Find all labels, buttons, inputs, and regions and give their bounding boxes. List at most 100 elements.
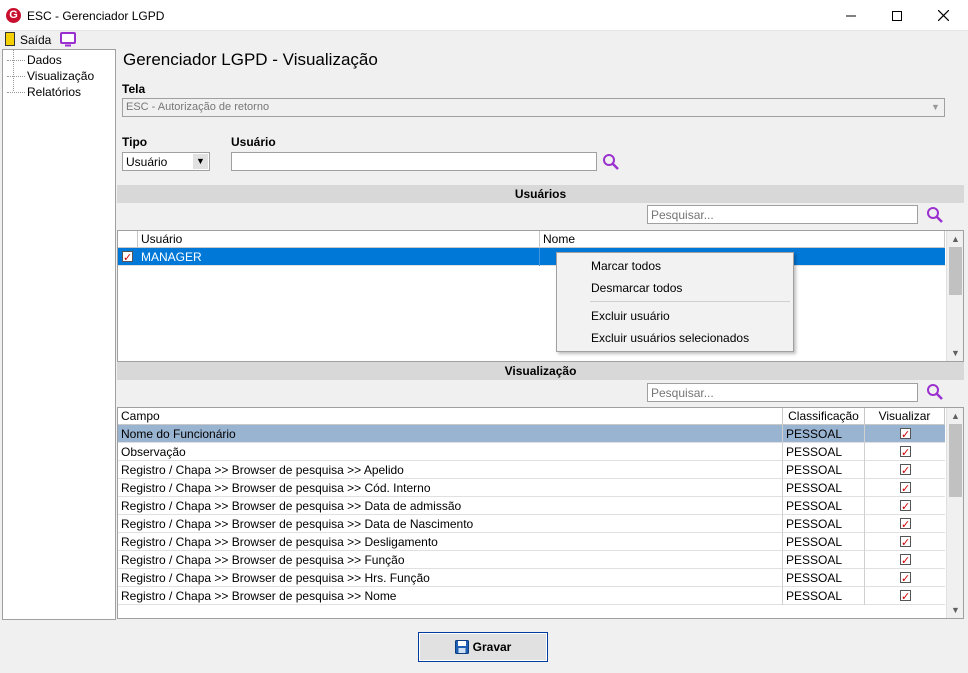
maximize-button[interactable] [874, 0, 920, 31]
view-scrollbar[interactable]: ▲ ▼ [946, 408, 963, 618]
view-search-input[interactable] [648, 384, 893, 401]
scroll-up-icon[interactable]: ▲ [947, 232, 964, 246]
visualizar-checkbox[interactable] [900, 462, 911, 479]
view-grid: Campo Classificação Visualizar Nome do F… [117, 407, 964, 619]
table-row[interactable]: Registro / Chapa >> Browser de pesquisa … [118, 461, 945, 479]
classificacao-cell: PESSOAL [783, 515, 865, 533]
close-icon [937, 10, 949, 21]
table-row[interactable]: Nome do Funcionário PESSOAL [118, 425, 945, 443]
table-row[interactable]: Registro / Chapa >> Browser de pesquisa … [118, 569, 945, 587]
users-search-field[interactable] [647, 205, 918, 224]
sidebar-item-dados[interactable]: Dados [3, 52, 62, 68]
view-col-campo[interactable]: Campo [118, 408, 783, 425]
classificacao-cell: PESSOAL [783, 551, 865, 569]
campo-cell: Registro / Chapa >> Browser de pesquisa … [118, 587, 783, 605]
campo-cell: Registro / Chapa >> Browser de pesquisa … [118, 515, 783, 533]
scroll-down-icon[interactable]: ▼ [947, 346, 964, 360]
page-title: Gerenciador LGPD - Visualização [123, 50, 378, 69]
sidebar-tree: Dados Visualização Relatórios [2, 49, 116, 620]
visualizar-cell[interactable] [865, 533, 945, 551]
campo-cell: Registro / Chapa >> Browser de pesquisa … [118, 551, 783, 569]
tela-select[interactable]: ESC - Autorização de retorno ▼ [122, 98, 945, 117]
table-row[interactable]: Registro / Chapa >> Browser de pesquisa … [118, 533, 945, 551]
visualizar-cell[interactable] [865, 443, 945, 461]
visualizar-cell[interactable] [865, 551, 945, 569]
scroll-up-icon[interactable]: ▲ [947, 409, 963, 423]
visualizar-checkbox[interactable] [900, 552, 911, 569]
visualizar-cell[interactable] [865, 587, 945, 605]
close-button[interactable] [920, 0, 966, 31]
campo-cell: Registro / Chapa >> Browser de pesquisa … [118, 461, 783, 479]
sidebar-item-relatorios[interactable]: Relatórios [3, 84, 81, 100]
visualizar-cell[interactable] [865, 569, 945, 587]
monitor-icon[interactable] [60, 32, 76, 47]
exit-button[interactable]: Saída [20, 33, 51, 47]
search-icon[interactable] [926, 383, 944, 400]
campo-cell: Registro / Chapa >> Browser de pesquisa … [118, 569, 783, 587]
tipo-select[interactable]: Usuário ▼ [122, 152, 210, 171]
visualizar-checkbox[interactable] [900, 588, 911, 605]
scroll-down-icon[interactable]: ▼ [947, 603, 963, 617]
visualizar-checkbox[interactable] [900, 570, 911, 587]
tela-value: ESC - Autorização de retorno [126, 101, 270, 113]
classificacao-cell: PESSOAL [783, 479, 865, 497]
exit-door-icon[interactable] [5, 32, 15, 46]
users-search-input[interactable] [648, 206, 893, 223]
classificacao-cell: PESSOAL [783, 425, 865, 443]
campo-cell: Observação [118, 443, 783, 461]
app-logo-icon: G [6, 8, 21, 23]
scroll-thumb[interactable] [949, 247, 962, 295]
scroll-thumb[interactable] [949, 424, 962, 497]
campo-cell: Registro / Chapa >> Browser de pesquisa … [118, 497, 783, 515]
menu-item-excluir-selecionados[interactable]: Excluir usuários selecionados [558, 327, 792, 349]
table-row[interactable]: Registro / Chapa >> Browser de pesquisa … [118, 497, 945, 515]
maximize-icon [892, 10, 902, 21]
save-button[interactable]: Gravar [418, 632, 548, 662]
minimize-icon [846, 15, 856, 16]
classificacao-cell: PESSOAL [783, 497, 865, 515]
classificacao-cell: PESSOAL [783, 569, 865, 587]
visualizar-cell[interactable] [865, 497, 945, 515]
visualizar-cell[interactable] [865, 479, 945, 497]
table-row[interactable]: Registro / Chapa >> Browser de pesquisa … [118, 587, 945, 605]
visualizar-checkbox[interactable] [900, 480, 911, 497]
usuario-input[interactable] [231, 152, 597, 171]
row-checkbox[interactable] [122, 249, 133, 266]
visualizar-cell[interactable] [865, 425, 945, 443]
view-search-field[interactable] [647, 383, 918, 402]
minimize-button[interactable] [828, 0, 874, 31]
campo-cell: Registro / Chapa >> Browser de pesquisa … [118, 479, 783, 497]
search-icon[interactable] [926, 206, 944, 223]
chevron-down-icon: ▼ [931, 102, 940, 112]
visualizar-checkbox[interactable] [900, 498, 911, 515]
search-icon[interactable] [602, 153, 620, 170]
chevron-down-icon: ▼ [193, 154, 208, 169]
table-row[interactable]: Registro / Chapa >> Browser de pesquisa … [118, 551, 945, 569]
users-section-header: Usuários [117, 185, 964, 203]
sidebar-item-visualizacao[interactable]: Visualização [3, 68, 94, 84]
users-col-nome[interactable]: Nome [540, 231, 945, 248]
tipo-label: Tipo [122, 135, 148, 149]
classificacao-cell: PESSOAL [783, 587, 865, 605]
visualizar-checkbox[interactable] [900, 426, 911, 443]
row-checkbox-cell[interactable] [118, 248, 138, 266]
menu-separator [590, 301, 790, 302]
table-row[interactable]: Registro / Chapa >> Browser de pesquisa … [118, 515, 945, 533]
users-scrollbar[interactable]: ▲ ▼ [946, 231, 963, 361]
visualizar-cell[interactable] [865, 461, 945, 479]
users-col-usuario[interactable]: Usuário [138, 231, 540, 248]
menu-item-excluir-usuario[interactable]: Excluir usuário [558, 305, 792, 327]
visualizar-cell[interactable] [865, 515, 945, 533]
table-row[interactable]: Registro / Chapa >> Browser de pesquisa … [118, 479, 945, 497]
tela-label: Tela [122, 82, 146, 96]
view-col-classificacao[interactable]: Classificação [783, 408, 865, 425]
table-row[interactable]: MANAGER [118, 248, 945, 266]
visualizar-checkbox[interactable] [900, 444, 911, 461]
menu-item-desmarcar-todos[interactable]: Desmarcar todos [558, 277, 792, 299]
menu-item-marcar-todos[interactable]: Marcar todos [558, 255, 792, 277]
view-col-visualizar[interactable]: Visualizar [865, 408, 945, 425]
usuario-label: Usuário [231, 135, 276, 149]
table-row[interactable]: Observação PESSOAL [118, 443, 945, 461]
visualizar-checkbox[interactable] [900, 516, 911, 533]
visualizar-checkbox[interactable] [900, 534, 911, 551]
